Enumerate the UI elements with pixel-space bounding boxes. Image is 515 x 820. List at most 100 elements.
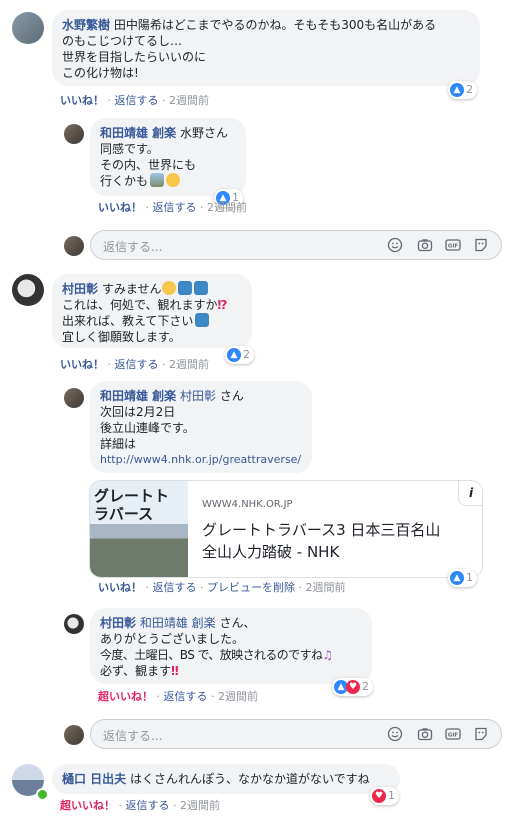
like-link[interactable]: いいね！ — [60, 94, 104, 107]
reaction-count[interactable]: ▲ ♥ 2 — [332, 678, 373, 696]
like-reaction-icon: ▲ — [450, 571, 464, 585]
love-link[interactable]: 超いいね！ — [60, 799, 115, 812]
comment-text: 必ず、観ます — [100, 664, 172, 678]
timestamp[interactable]: 2週間前 — [169, 358, 209, 371]
mention[interactable]: 和田靖雄 創楽 — [140, 616, 216, 630]
reaction-count[interactable]: ▲ 2 — [448, 81, 477, 99]
sticker-icon[interactable] — [473, 237, 489, 253]
avatar[interactable] — [64, 388, 84, 408]
link-domain: WWW4.NHK.OR.JP — [202, 499, 293, 510]
reaction-count[interactable]: ♥ 1 — [370, 787, 399, 805]
camera-icon[interactable] — [417, 237, 433, 253]
reply-link[interactable]: 返信する — [126, 799, 170, 812]
avatar[interactable] — [64, 614, 84, 634]
reply-link[interactable]: 返信する — [153, 581, 197, 594]
comment-bubble: 和田靖雄 創楽 村田彰 さん 次回は2月2日 後立山連峰です。 詳細は http… — [90, 381, 312, 473]
sad-emoji-icon — [162, 281, 177, 295]
double-exclamation-icon: ‼ — [171, 664, 179, 678]
smile-emoji-icon — [166, 173, 181, 187]
comment-bubble: 樋口 日出夫 はくさんれんぽう、なかなか道がないですね — [52, 764, 400, 794]
timestamp[interactable]: 2週間前 — [180, 799, 220, 812]
love-link[interactable]: 超いいね！ — [98, 690, 153, 703]
avatar — [64, 236, 84, 256]
svg-text:GIF: GIF — [448, 733, 459, 739]
camera-icon[interactable] — [417, 726, 433, 742]
comment-text: すみません — [101, 282, 162, 296]
comment-actions: 超いいね！ · 返信する · 2週間前 — [60, 799, 220, 812]
comment-text: はくさんれんぽう、なかなか道がないですね — [130, 772, 370, 786]
comment-text: 田中陽希はどこまでやるのかね。そもそも300も名山がある — [113, 18, 437, 32]
smiley-icon[interactable] — [387, 726, 403, 742]
smiley-icon[interactable] — [387, 237, 403, 253]
mention: 水野さん — [180, 126, 229, 140]
comment-text: のもこじつけてるし… — [62, 34, 183, 48]
love-reaction-icon: ♥ — [372, 789, 386, 803]
comment-text: 詳細は — [100, 437, 137, 451]
down-arrow-emoji-icon — [195, 313, 210, 327]
mention[interactable]: 村田彰 — [180, 389, 216, 403]
love-reaction-icon: ♥ — [346, 680, 360, 694]
like-link[interactable]: いいね！ — [60, 358, 104, 371]
comment-author[interactable]: 和田靖雄 創楽 — [100, 389, 176, 403]
comment-bubble: 和田靖雄 創楽 水野さん 同感です。 その内、世界にも 行くかも — [90, 118, 246, 196]
url-link[interactable]: http://www4.nhk.or.jp/greattraverse/ — [100, 452, 302, 468]
comment-actions: いいね！ · 返信する · 2週間前 — [98, 201, 247, 214]
like-link[interactable]: いいね！ — [98, 581, 142, 594]
comment-text: さん、 — [219, 616, 256, 630]
comment-text: 後立山連峰です。 — [100, 421, 195, 435]
reply-link[interactable]: 返信する — [115, 358, 159, 371]
gif-icon[interactable]: GIF — [445, 237, 461, 253]
like-reaction-icon: ▲ — [227, 348, 241, 362]
comment-text: 世界を目指したらいいのに — [62, 50, 207, 64]
comment-author[interactable]: 村田彰 — [100, 616, 136, 630]
timestamp[interactable]: 2週間前 — [218, 690, 258, 703]
comment-author[interactable]: 村田彰 — [62, 282, 98, 296]
info-icon[interactable]: i — [458, 481, 482, 506]
svg-text:GIF: GIF — [448, 244, 459, 250]
reply-link[interactable]: 返信する — [164, 690, 208, 703]
avatar[interactable] — [12, 12, 44, 44]
link-thumbnail: グレートトラバース — [90, 481, 188, 577]
comment-text: 次回は2月2日 — [100, 405, 176, 419]
comment-actions: いいね！ · 返信する · プレビューを削除 · 2週間前 — [98, 581, 346, 594]
reply-placeholder: 返信する... — [103, 240, 163, 254]
reaction-count[interactable]: ▲ 2 — [225, 346, 254, 364]
like-reaction-icon: ▲ — [450, 83, 464, 97]
comment-text: その内、世界にも — [100, 158, 197, 172]
reply-link[interactable]: 返信する — [153, 201, 197, 214]
gif-icon[interactable]: GIF — [445, 726, 461, 742]
thumbnail-text: グレートトラバース — [94, 487, 170, 523]
comment-text: 行くかも — [100, 174, 149, 188]
reply-link[interactable]: 返信する — [115, 94, 159, 107]
mountain-emoji-icon — [150, 173, 165, 187]
down-arrow-emoji-icon — [178, 281, 193, 295]
comment-text: ありがとうございました。 — [100, 632, 245, 646]
avatar[interactable] — [12, 274, 44, 306]
remove-preview-link[interactable]: プレビューを削除 — [207, 581, 295, 594]
comment-text: 出来れば、教えて下さい — [62, 314, 194, 328]
timestamp[interactable]: 2週間前 — [306, 581, 346, 594]
comment-text: これは、何処で、観れますか — [62, 298, 218, 312]
comment-bubble: 村田彰 すみません これは、何処で、観れますか⁉ 出来れば、教えて下さい 宜しく… — [52, 274, 252, 348]
comment-text: この化け物は! — [62, 66, 139, 80]
comment-author[interactable]: 樋口 日出夫 — [62, 772, 126, 786]
comment-bubble: 村田彰 和田靖雄 創楽 さん、 ありがとうございました。 今度、土曜日、BS で… — [90, 608, 372, 684]
like-link[interactable]: いいね！ — [98, 201, 142, 214]
reaction-count[interactable]: ▲ 1 — [448, 569, 477, 587]
comment-author[interactable]: 和田靖雄 創楽 — [100, 126, 176, 140]
avatar[interactable] — [64, 124, 84, 144]
sticker-icon[interactable] — [473, 726, 489, 742]
comment-bubble: 水野繁樹 田中陽希はどこまでやるのかね。そもそも300も名山がある のもこじつけ… — [52, 10, 480, 86]
comment-actions: いいね！ · 返信する · 2週間前 — [60, 94, 209, 107]
reply-input[interactable]: 返信する... GIF — [90, 230, 502, 260]
timestamp[interactable]: 2週間前 — [169, 94, 209, 107]
timestamp[interactable]: 2週間前 — [207, 201, 247, 214]
reply-input[interactable]: 返信する... GIF — [90, 719, 502, 749]
link-title: グレートトラバース3 日本三百名山 — [202, 521, 441, 539]
link-title: 全山人力踏破 - NHK — [202, 543, 340, 561]
comment-author[interactable]: 水野繁樹 — [62, 18, 110, 32]
comment-actions: いいね！ · 返信する · 2週間前 — [60, 358, 209, 371]
comment-text: 今度、土曜日、BS で、放映されるのですね — [100, 648, 323, 662]
online-status-dot — [36, 788, 49, 801]
link-preview-card[interactable]: グレートトラバース WWW4.NHK.OR.JP グレートトラバース3 日本三百… — [89, 480, 483, 578]
